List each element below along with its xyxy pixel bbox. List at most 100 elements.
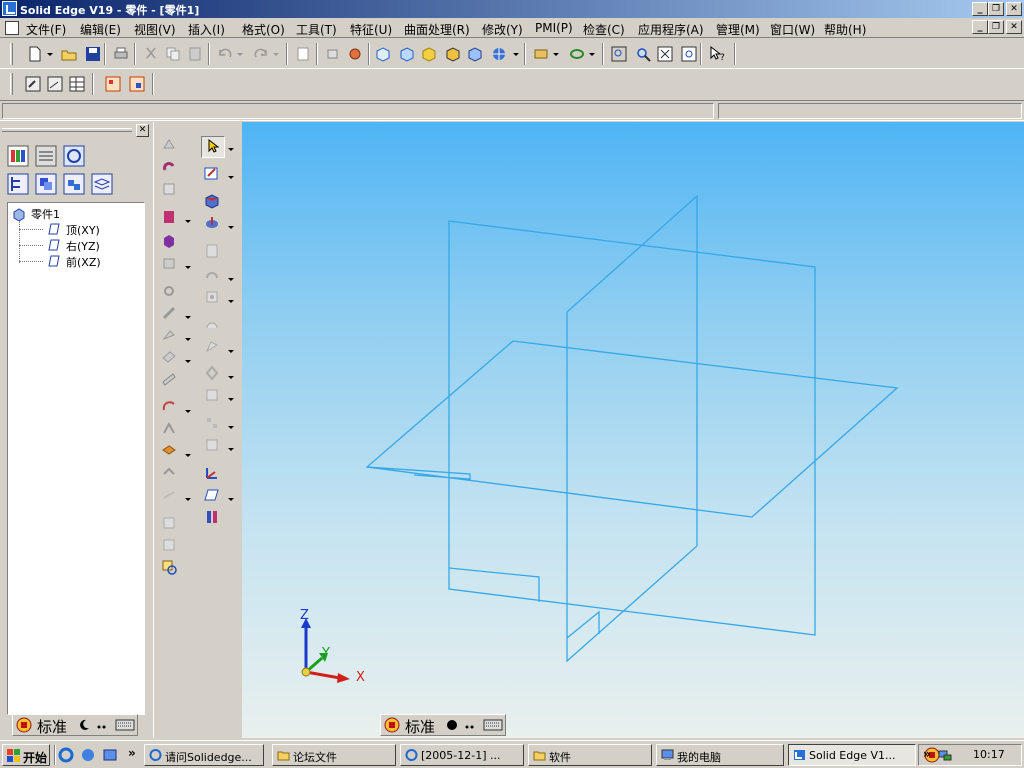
start-button[interactable]: 开始 xyxy=(2,744,50,766)
half-width-moon-icon[interactable] xyxy=(77,718,91,732)
sketch-tool-icon[interactable] xyxy=(46,75,64,93)
protrusion-icon[interactable] xyxy=(160,136,178,154)
layers-icon[interactable] xyxy=(34,144,58,168)
mirror-icon[interactable] xyxy=(160,304,178,322)
doc-minimize-button[interactable]: _ xyxy=(972,20,988,34)
hole-tool-dropdown-arrow-icon[interactable] xyxy=(227,292,235,310)
punctuation-icon[interactable] xyxy=(463,718,477,732)
view-style-icon[interactable] xyxy=(490,45,508,63)
named-views-dropdown-arrow-icon[interactable] xyxy=(552,45,560,63)
menu-features[interactable]: 特征(U) xyxy=(350,21,392,38)
reference-plane-tool-icon[interactable] xyxy=(203,486,221,504)
menu-view[interactable]: 视图(V) xyxy=(134,21,176,38)
mirror-tool-icon[interactable] xyxy=(203,436,221,454)
view-shaded-icon[interactable] xyxy=(420,45,438,63)
ime-logo-icon[interactable] xyxy=(16,717,32,733)
hole-icon[interactable] xyxy=(160,208,178,226)
named-views-icon[interactable] xyxy=(532,45,550,63)
internet-explorer-icon[interactable] xyxy=(58,747,74,763)
pattern-tool-icon[interactable] xyxy=(203,414,221,432)
panel-grip[interactable] xyxy=(2,128,132,132)
graphics-viewport[interactable]: Z Y X xyxy=(242,122,1024,738)
menu-inspect[interactable]: 检查(C) xyxy=(583,21,625,38)
construction-surface-icon[interactable] xyxy=(203,508,221,526)
hole-tool-icon[interactable] xyxy=(203,288,221,306)
shell-icon[interactable] xyxy=(203,386,221,404)
menu-file[interactable]: 文件(F) xyxy=(26,21,66,38)
select-tool-icon[interactable] xyxy=(324,45,342,63)
revolve-icon[interactable] xyxy=(203,214,221,232)
toolbar-grip[interactable] xyxy=(10,73,13,95)
thin-region-icon[interactable] xyxy=(203,364,221,382)
menu-format[interactable]: 格式(O) xyxy=(242,21,285,38)
rotate-view-dropdown-arrow-icon[interactable] xyxy=(588,45,596,63)
paste-icon[interactable] xyxy=(186,45,204,63)
layers-panel-icon[interactable] xyxy=(90,172,114,196)
mirror-dropdown-arrow-icon[interactable] xyxy=(184,308,192,326)
coordinate-system-icon[interactable] xyxy=(203,464,221,482)
doc-close-button[interactable]: ✕ xyxy=(1006,20,1022,34)
normal-feature-icon[interactable] xyxy=(160,464,178,482)
chamfer-icon[interactable] xyxy=(160,254,178,272)
save-icon[interactable] xyxy=(84,45,102,63)
outlook-express-icon[interactable] xyxy=(102,747,118,763)
ime-logo-icon[interactable] xyxy=(384,717,400,733)
rib-dropdown-arrow-icon[interactable] xyxy=(184,352,192,370)
draft-dropdown-arrow-icon[interactable] xyxy=(227,342,235,360)
pattern-icon[interactable] xyxy=(160,282,178,300)
cutout-tool-icon[interactable] xyxy=(203,242,221,260)
restore-button[interactable]: ❐ xyxy=(988,2,1004,16)
swept-dropdown-arrow-icon[interactable] xyxy=(184,402,192,420)
shell-dropdown-arrow-icon[interactable] xyxy=(227,390,235,408)
menu-surfacing[interactable]: 曲面处理(R) xyxy=(404,21,470,38)
thin-wall-dropdown-arrow-icon[interactable] xyxy=(184,330,192,348)
fit-icon[interactable] xyxy=(656,45,674,63)
sketch-icon[interactable] xyxy=(203,164,221,182)
panel-close-button[interactable]: ✕ xyxy=(136,124,149,137)
add-body-icon[interactable] xyxy=(160,536,178,554)
table-tool-icon[interactable] xyxy=(68,75,86,93)
cutout-icon[interactable] xyxy=(160,180,178,198)
view-dimetric-icon[interactable] xyxy=(398,45,416,63)
redo-dropdown-arrow-icon[interactable] xyxy=(272,45,280,63)
cut-icon[interactable] xyxy=(142,45,160,63)
hole-dropdown-arrow-icon[interactable] xyxy=(184,212,192,230)
ime-mode-label[interactable]: 标准 xyxy=(37,716,67,737)
doc-restore-button[interactable]: ❐ xyxy=(988,20,1004,34)
properties-icon[interactable] xyxy=(294,45,312,63)
rib-icon[interactable] xyxy=(160,348,178,366)
tree-item-right-plane[interactable]: 右(YZ) xyxy=(66,238,100,254)
document-icon[interactable] xyxy=(5,21,19,35)
task-forum-folder[interactable]: 论坛文件 xyxy=(272,744,396,766)
revolve-dropdown-arrow-icon[interactable] xyxy=(227,218,235,236)
swept-icon[interactable] xyxy=(160,398,178,416)
edge-bar-tool-icon[interactable] xyxy=(24,75,42,93)
menu-pmi[interactable]: PMI(P) xyxy=(535,21,573,35)
open-folder-icon[interactable] xyxy=(60,45,78,63)
tray-chevron[interactable]: » xyxy=(923,747,931,761)
zoom-icon[interactable] xyxy=(634,45,652,63)
split-icon[interactable] xyxy=(160,514,178,532)
revolved-protrusion-icon[interactable] xyxy=(160,158,178,176)
menu-window[interactable]: 窗口(W) xyxy=(770,21,815,38)
tree-item-top-plane[interactable]: 顶(XY) xyxy=(66,222,100,238)
task-software-folder[interactable]: 软件 xyxy=(528,744,652,766)
web-network-icon[interactable] xyxy=(160,370,178,388)
task-ie-2005[interactable]: [2005-12-1] ... xyxy=(400,744,524,766)
helix-icon[interactable] xyxy=(160,442,178,460)
undo-icon[interactable] xyxy=(216,45,234,63)
round-tool-icon[interactable] xyxy=(203,316,221,334)
helix-dropdown-arrow-icon[interactable] xyxy=(184,446,192,464)
emboss-icon[interactable] xyxy=(160,486,178,504)
redo-icon[interactable] xyxy=(252,45,270,63)
emboss-dropdown-arrow-icon[interactable] xyxy=(184,490,192,508)
soft-keyboard-icon[interactable] xyxy=(115,718,135,732)
new-dropdown-arrow-icon[interactable] xyxy=(46,45,54,63)
undo-dropdown-arrow-icon[interactable] xyxy=(236,45,244,63)
menu-modify[interactable]: 修改(Y) xyxy=(482,21,523,38)
new-file-icon[interactable] xyxy=(26,45,44,63)
view-visible-edges-icon[interactable] xyxy=(466,45,484,63)
draft-icon[interactable] xyxy=(203,338,221,356)
feature-pathfinder-icon[interactable] xyxy=(6,172,30,196)
sensor-icon[interactable] xyxy=(34,172,58,196)
